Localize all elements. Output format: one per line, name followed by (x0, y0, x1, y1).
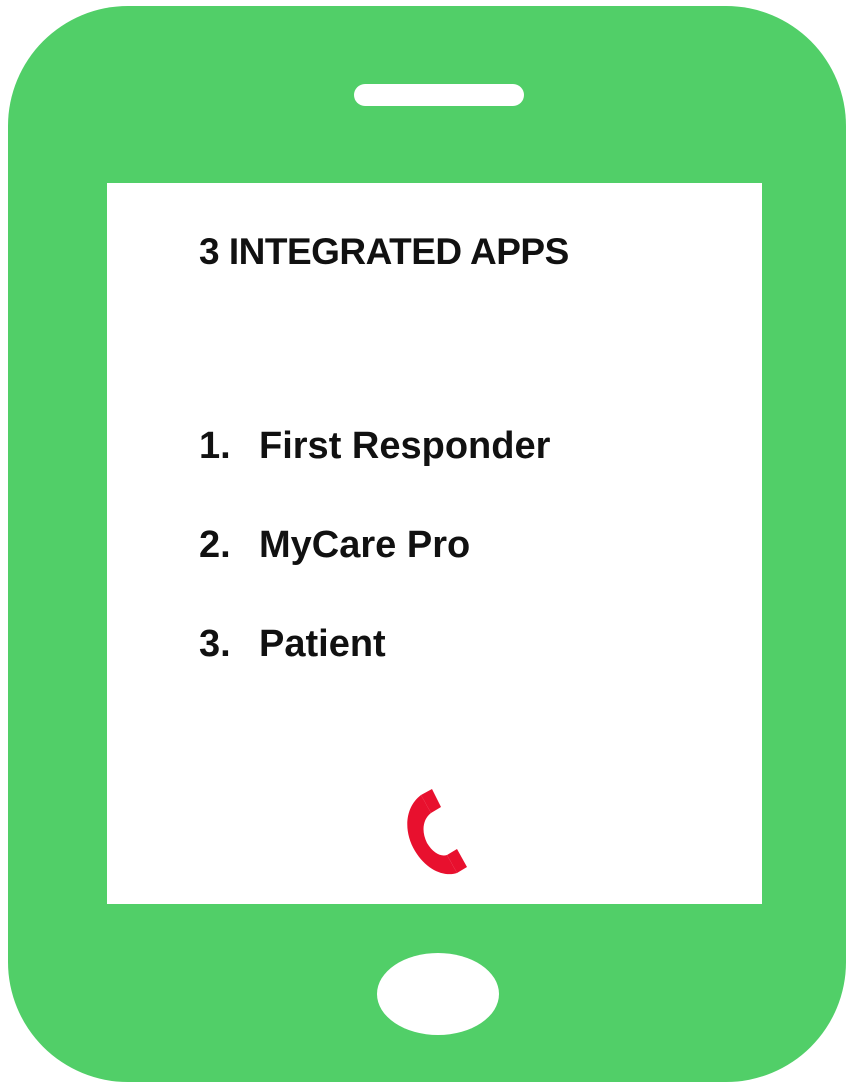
app-item-patient[interactable]: 3. Patient (199, 623, 550, 722)
phone-body: 3 INTEGRATED APPS 1. First Responder 2. My… (8, 6, 846, 1082)
app-item-mycare-pro[interactable]: 2. MyCare Pro (199, 524, 550, 623)
app-name: MyCare Pro (259, 524, 471, 566)
app-item-first-responder[interactable]: 1. First Responder (199, 425, 550, 524)
app-name: Patient (259, 623, 386, 665)
home-button[interactable] (377, 953, 499, 1035)
screen-title: 3 INTEGRATED APPS (199, 231, 569, 272)
app-list: 1. First Responder 2. MyCare Pro 3. Patient (199, 425, 550, 722)
app-number: 2. (199, 524, 231, 566)
phone-speaker (354, 84, 524, 106)
phone-screen: 3 INTEGRATED APPS 1. First Responder 2. My… (107, 183, 762, 904)
app-name: First Responder (259, 425, 551, 467)
app-number: 3. (199, 623, 231, 665)
phone-handset-icon[interactable] (401, 789, 467, 875)
app-number: 1. (199, 425, 231, 467)
